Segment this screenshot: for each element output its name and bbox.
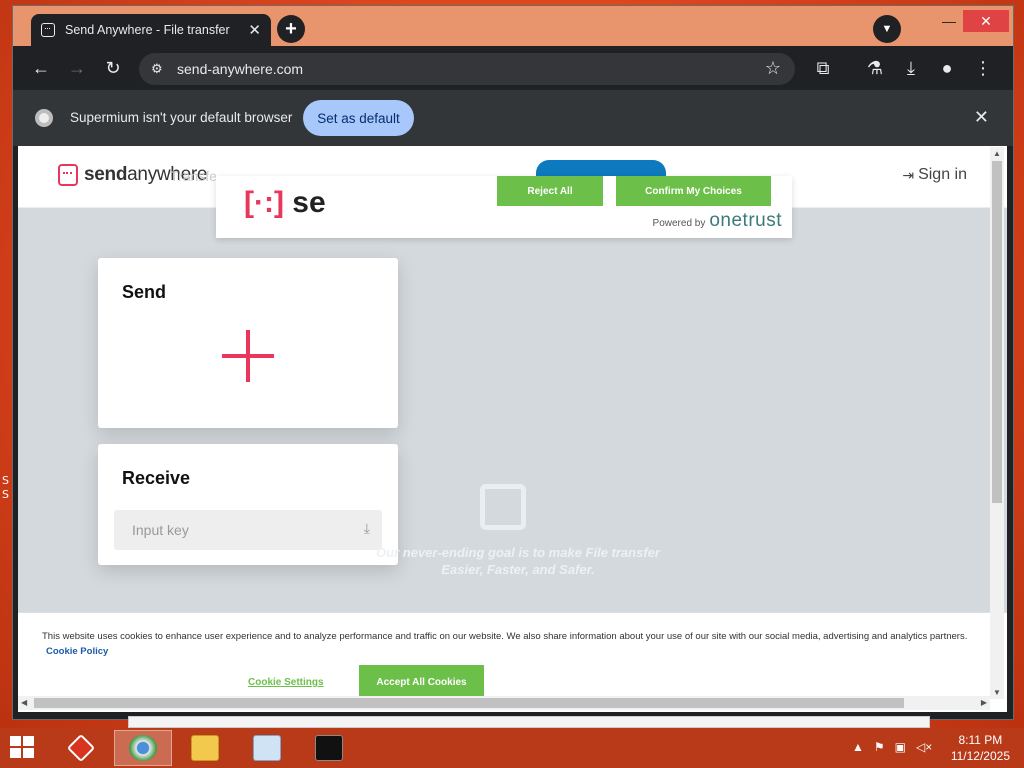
taskbar-app-task-manager[interactable]	[238, 730, 296, 766]
onetrust-popup-logo: [·:] se	[244, 186, 326, 219]
receive-card-title: Receive	[122, 468, 191, 488]
cookie-policy-link[interactable]: Cookie Policy	[46, 646, 108, 657]
address-bar[interactable]: ⚙ send-anywhere.com ☆	[139, 53, 795, 85]
input-key-placeholder: Input key	[132, 522, 189, 538]
reload-icon[interactable]: ↻	[103, 58, 123, 78]
menu-kebab-icon[interactable]: ⋮	[973, 58, 993, 78]
close-window-button[interactable]: ✕	[963, 10, 1009, 32]
tab-close-icon[interactable]: ✕	[248, 21, 261, 39]
scroll-right-arrow-icon[interactable]: ▶	[981, 698, 987, 707]
back-arrow-icon[interactable]: ←	[31, 58, 51, 78]
horizontal-scrollbar[interactable]: ◀ ▶	[18, 696, 990, 710]
onetrust-logo-text: se	[292, 186, 326, 219]
browser-tab[interactable]: Send Anywhere - File transfer ✕	[31, 14, 271, 46]
send-anywhere-logo-icon	[58, 164, 78, 186]
browser-logo-icon	[35, 109, 53, 127]
taskbar: ▲ ⚑ ▣ ◁× 8:11 PM 11/12/2025	[0, 728, 1024, 768]
default-browser-infobar: Supermium isn't your default browser Set…	[13, 90, 1013, 146]
confirm-my-choices-button[interactable]: Confirm My Choices	[616, 176, 771, 206]
cookie-description: This website uses cookies to enhance use…	[42, 631, 968, 642]
labs-flask-icon[interactable]: ⚗	[865, 58, 885, 78]
network-icon[interactable]: ▣	[895, 740, 906, 754]
slogan-logo-icon	[480, 484, 526, 530]
start-windows-icon[interactable]	[10, 736, 36, 760]
taskbar-app-browser[interactable]	[114, 730, 172, 766]
forward-arrow-icon[interactable]: →	[67, 58, 87, 78]
action-center-flag-icon[interactable]: ⚑	[874, 740, 885, 754]
infobar-message: Supermium isn't your default browser	[70, 110, 293, 125]
tab-title: Send Anywhere - File transfer	[65, 23, 230, 37]
reject-all-button[interactable]: Reject All	[497, 176, 603, 206]
extensions-icon[interactable]: ⧉	[813, 58, 833, 78]
cookie-settings-link[interactable]: Cookie Settings	[248, 677, 324, 688]
clock[interactable]: 8:11 PM 11/12/2025	[951, 732, 1010, 764]
sign-in-label: Sign in	[918, 166, 967, 183]
onetrust-brand: onetrust	[709, 210, 782, 231]
ghost-nav-text: Transfe	[170, 168, 217, 184]
title-bar: Send Anywhere - File transfer ✕ + ▼ — ✕	[13, 6, 1013, 46]
tray-expand-icon[interactable]: ▲	[852, 740, 864, 754]
send-card: Send	[98, 258, 398, 428]
onetrust-preference-popup: [·:] se Reject All Confirm My Choices Po…	[216, 176, 792, 238]
download-icon[interactable]: ⤓	[901, 58, 921, 78]
window-behind-edge	[128, 716, 930, 728]
vertical-scroll-thumb[interactable]	[992, 161, 1002, 503]
page-viewport: send anywhere Transfe ⇥ Sign in Send Rece…	[18, 146, 1007, 712]
profile-icon[interactable]: ●	[937, 58, 957, 78]
powered-by-label: Powered by	[652, 218, 706, 229]
taskbar-app-toolbox[interactable]	[52, 730, 110, 766]
taskbar-app-command-prompt[interactable]	[300, 730, 358, 766]
scroll-up-arrow-icon[interactable]: ▲	[993, 149, 1001, 158]
horizontal-scroll-thumb[interactable]	[34, 698, 904, 708]
cookie-banner: This website uses cookies to enhance use…	[18, 612, 1007, 702]
site-info-icon[interactable]: ⚙	[151, 61, 165, 77]
set-as-default-button[interactable]: Set as default	[303, 100, 414, 136]
input-key-field[interactable]: Input key ⤓	[114, 510, 382, 550]
desktop-edge-text: S	[2, 488, 9, 501]
receive-card: Receive Input key ⤓	[98, 444, 398, 565]
accept-all-cookies-button[interactable]: Accept All Cookies	[359, 665, 484, 699]
url-text: send-anywhere.com	[177, 61, 304, 77]
infobar-close-icon[interactable]: ✕	[974, 107, 989, 128]
vertical-scrollbar[interactable]: ▲ ▼	[990, 147, 1004, 699]
slogan-text: Our never-ending goal is to make File tr…	[376, 545, 660, 577]
send-anywhere-favicon-icon	[41, 23, 55, 37]
scroll-left-arrow-icon[interactable]: ◀	[21, 698, 27, 707]
receive-download-icon[interactable]: ⤓	[364, 520, 370, 537]
cookie-banner-text: This website uses cookies to enhance use…	[42, 629, 972, 659]
bookmark-star-icon[interactable]: ☆	[765, 58, 781, 79]
logo-text-send: send	[84, 164, 128, 185]
main-area: Send Receive Input key ⤓ Our never-endin…	[18, 208, 1007, 612]
volume-muted-icon[interactable]: ◁×	[916, 740, 932, 754]
sign-in-link[interactable]: ⇥ Sign in	[902, 166, 967, 184]
clock-time: 8:11 PM	[958, 733, 1003, 747]
clock-date: 11/12/2025	[950, 749, 1010, 763]
browser-window: Send Anywhere - File transfer ✕ + ▼ — ✕ …	[12, 5, 1014, 720]
add-file-plus-icon[interactable]	[222, 330, 274, 382]
browser-toolbar: ← → ↻ ⚙ send-anywhere.com ☆ ⧉ ⚗ ⤓ ● ⋮	[13, 46, 1013, 90]
taskbar-app-file-explorer[interactable]	[176, 730, 234, 766]
new-tab-button[interactable]: +	[277, 15, 305, 43]
powered-by-onetrust: Powered by onetrust	[653, 210, 782, 232]
tab-search-chevron-icon[interactable]: ▼	[873, 15, 901, 43]
send-card-title: Send	[122, 282, 167, 302]
maximize-button[interactable]	[931, 10, 967, 32]
system-tray-icons: ▲ ⚑ ▣ ◁×	[852, 740, 932, 754]
scroll-down-arrow-icon[interactable]: ▼	[993, 688, 1001, 697]
desktop-edge-text: S	[2, 474, 9, 487]
sign-in-icon: ⇥	[902, 166, 915, 183]
